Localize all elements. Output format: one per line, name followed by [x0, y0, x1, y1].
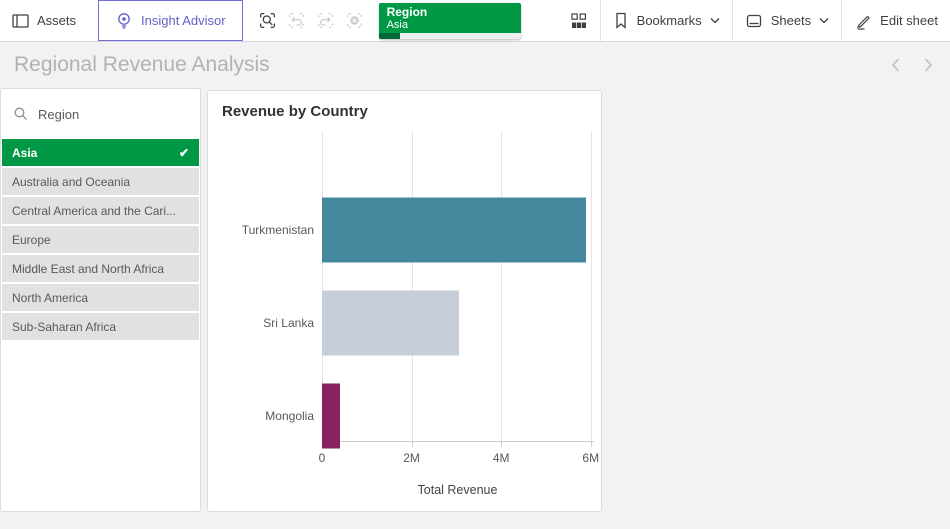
app-grid-icon — [570, 12, 588, 30]
filter-item-label: Central America and the Cari... — [12, 204, 176, 218]
category-label-sri-lanka: Sri Lanka — [263, 316, 314, 330]
redo-icon — [316, 11, 335, 30]
filter-item-sub-saharan-africa[interactable]: Sub-Saharan Africa — [2, 313, 199, 340]
search-icon — [13, 106, 29, 122]
filter-item-asia[interactable]: Asia ✔ — [2, 139, 199, 166]
sheet-icon — [745, 12, 763, 30]
filter-item-north-america[interactable]: North America — [2, 284, 199, 311]
filter-item-label: Middle East and North Africa — [12, 262, 164, 276]
clear-selections-button[interactable] — [340, 0, 369, 41]
filter-value-list: Asia ✔ Australia and Oceania Central Americ… — [1, 139, 200, 340]
assets-panel-icon — [12, 13, 29, 29]
sheet-title: Regional Revenue Analysis — [14, 53, 270, 77]
category-label-turkmenistan: Turkmenistan — [242, 223, 314, 237]
filter-item-label: Sub-Saharan Africa — [12, 320, 116, 334]
selection-chip-region[interactable]: Region Asia — [379, 3, 521, 39]
selection-chip-text: Region Asia — [379, 3, 521, 33]
region-filter-panel: Region Asia ✔ Australia and Oceania Central… — [0, 88, 201, 512]
clear-selections-icon — [345, 11, 364, 30]
x-tick-label-6M: 6M — [582, 451, 599, 465]
filter-search-header[interactable]: Region — [1, 89, 200, 139]
assets-label: Assets — [37, 13, 76, 28]
insight-advisor-button[interactable]: Insight Advisor — [98, 0, 243, 41]
x-tick-label-2M: 2M — [403, 451, 420, 465]
filter-item-central-america-and-the-cari[interactable]: Central America and the Cari... — [2, 197, 199, 224]
qlik-sense-app-window: Assets Insight Advisor — [0, 0, 950, 529]
filter-item-europe[interactable]: Europe — [2, 226, 199, 253]
x-tick-label-4M: 4M — [493, 451, 510, 465]
bar-turkmenistan[interactable] — [322, 197, 586, 262]
app-overview-button[interactable] — [558, 0, 600, 41]
selection-progress-track — [379, 33, 521, 39]
chevron-down-icon — [710, 17, 720, 24]
smart-search-button[interactable] — [253, 0, 282, 41]
toolbar-right-group: Bookmarks Sheets Edit shee — [558, 0, 950, 41]
redo-selection-button[interactable] — [311, 0, 340, 41]
bookmarks-label: Bookmarks — [637, 13, 702, 28]
selection-chip-field: Region — [387, 6, 513, 19]
x-axis-title: Total Revenue — [322, 483, 593, 497]
bar-row-turkmenistan: Turkmenistan — [322, 183, 593, 276]
edit-pencil-icon — [854, 12, 872, 30]
bookmark-icon — [613, 12, 629, 29]
revenue-by-country-chart: Revenue by Country TurkmenistanSri Lanka… — [207, 90, 602, 512]
insight-advisor-label: Insight Advisor — [141, 13, 226, 28]
smart-search-icon — [258, 11, 277, 30]
bar-row-mongolia: Mongolia — [322, 369, 593, 462]
filter-item-label: Europe — [12, 233, 51, 247]
edit-sheet-button[interactable]: Edit sheet — [842, 0, 950, 41]
selection-progress-fill — [379, 33, 400, 39]
top-toolbar: Assets Insight Advisor — [0, 0, 950, 42]
toolbar-left-group: Assets Insight Advisor — [0, 0, 521, 41]
filter-item-label: Asia — [12, 146, 37, 160]
bar-mongolia[interactable] — [322, 383, 340, 448]
selected-check-icon: ✔ — [179, 146, 189, 160]
filter-item-australia-and-oceania[interactable]: Australia and Oceania — [2, 168, 199, 195]
category-label-mongolia: Mongolia — [265, 409, 314, 423]
sheet-navigation — [888, 55, 936, 75]
selection-tools — [253, 0, 369, 41]
filter-title: Region — [38, 107, 79, 122]
filter-item-label: Australia and Oceania — [12, 175, 130, 189]
next-sheet-button[interactable] — [921, 55, 936, 75]
bar-sri-lanka[interactable] — [322, 290, 459, 355]
previous-sheet-button[interactable] — [888, 55, 903, 75]
x-tick-label-0: 0 — [319, 451, 326, 465]
edit-sheet-label: Edit sheet — [880, 13, 938, 28]
undo-selection-button[interactable] — [282, 0, 311, 41]
filter-item-middle-east-and-north-africa[interactable]: Middle East and North Africa — [2, 255, 199, 282]
chevron-down-icon — [819, 17, 829, 24]
assets-button[interactable]: Assets — [0, 0, 88, 41]
bar-row-sri-lanka: Sri Lanka — [322, 276, 593, 369]
bookmarks-button[interactable]: Bookmarks — [601, 0, 732, 41]
insight-advisor-icon — [115, 12, 133, 30]
sheet-title-bar: Regional Revenue Analysis — [0, 42, 950, 88]
chart-title: Revenue by Country — [222, 103, 368, 120]
selection-chip-value: Asia — [387, 19, 513, 31]
undo-icon — [287, 11, 306, 30]
bar-rows: TurkmenistanSri LankaMongolia — [322, 183, 593, 462]
x-axis-tick-labels: 02M4M6M — [322, 451, 593, 467]
filter-item-label: North America — [12, 291, 88, 305]
sheets-label: Sheets — [771, 13, 811, 28]
sheets-button[interactable]: Sheets — [733, 0, 841, 41]
